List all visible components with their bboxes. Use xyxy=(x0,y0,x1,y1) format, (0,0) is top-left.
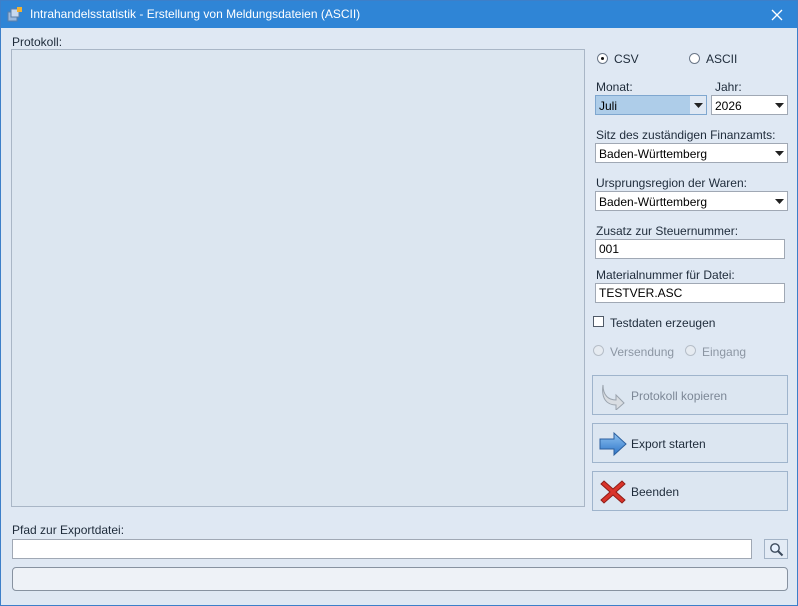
month-select[interactable]: Juli xyxy=(595,95,707,115)
tax-office-select[interactable]: Baden-Württemberg xyxy=(595,143,788,163)
chevron-down-icon[interactable] xyxy=(771,192,787,210)
test-data-label[interactable]: Testdaten erzeugen xyxy=(610,316,715,330)
shipping-radio-label[interactable]: Versendung xyxy=(610,345,674,359)
shipping-radio[interactable] xyxy=(593,345,604,356)
year-label: Jahr: xyxy=(715,80,742,94)
start-export-label: Export starten xyxy=(631,437,706,451)
year-select[interactable]: 2026 xyxy=(711,95,788,115)
window-title: Intrahandelsstatistik - Erstellung von M… xyxy=(30,7,361,21)
test-data-checkbox[interactable] xyxy=(593,316,604,327)
material-number-label: Materialnummer für Datei: xyxy=(596,268,735,282)
export-path-input[interactable] xyxy=(12,539,752,559)
curved-arrow-down-icon xyxy=(599,382,627,412)
ascii-radio-label[interactable]: ASCII xyxy=(706,52,737,66)
quit-button[interactable]: Beenden xyxy=(592,471,788,511)
search-icon xyxy=(769,542,784,560)
origin-region-value: Baden-Württemberg xyxy=(599,195,708,209)
material-number-input[interactable]: TESTVER.ASC xyxy=(595,283,785,303)
month-value: Juli xyxy=(599,99,618,113)
receipt-radio[interactable] xyxy=(685,345,696,356)
tax-suffix-input[interactable]: 001 xyxy=(595,239,785,259)
ascii-radio[interactable] xyxy=(689,53,700,64)
app-icon xyxy=(7,6,23,22)
close-icon[interactable] xyxy=(757,1,797,28)
start-export-button[interactable]: Export starten xyxy=(592,423,788,463)
csv-radio[interactable] xyxy=(597,53,608,64)
month-label: Monat: xyxy=(596,80,633,94)
protocol-label: Protokoll: xyxy=(12,35,63,49)
chevron-down-icon[interactable] xyxy=(771,144,787,162)
year-value: 2026 xyxy=(715,99,742,113)
receipt-radio-label[interactable]: Eingang xyxy=(702,345,746,359)
origin-region-label: Ursprungsregion der Waren: xyxy=(596,176,747,190)
csv-radio-label[interactable]: CSV xyxy=(614,52,639,66)
copy-protocol-button[interactable]: Protokoll kopieren xyxy=(592,375,788,415)
export-path-label: Pfad zur Exportdatei: xyxy=(12,523,125,537)
browse-button[interactable] xyxy=(764,539,788,559)
protocol-log[interactable] xyxy=(11,49,585,507)
tax-office-label: Sitz des zuständigen Finanzamts: xyxy=(596,128,776,142)
copy-protocol-label: Protokoll kopieren xyxy=(631,389,728,403)
chevron-down-icon[interactable] xyxy=(771,96,787,114)
quit-label: Beenden xyxy=(631,485,680,499)
chevron-down-icon[interactable] xyxy=(690,96,706,114)
tax-office-value: Baden-Württemberg xyxy=(599,147,708,161)
origin-region-select[interactable]: Baden-Württemberg xyxy=(595,191,788,211)
red-x-icon xyxy=(599,478,627,506)
title-bar: Intrahandelsstatistik - Erstellung von M… xyxy=(1,1,797,28)
tax-suffix-label: Zusatz zur Steuernummer: xyxy=(596,224,739,238)
arrow-right-icon xyxy=(599,430,627,458)
dialog-window: Intrahandelsstatistik - Erstellung von M… xyxy=(0,0,798,606)
progress-bar xyxy=(12,567,788,591)
